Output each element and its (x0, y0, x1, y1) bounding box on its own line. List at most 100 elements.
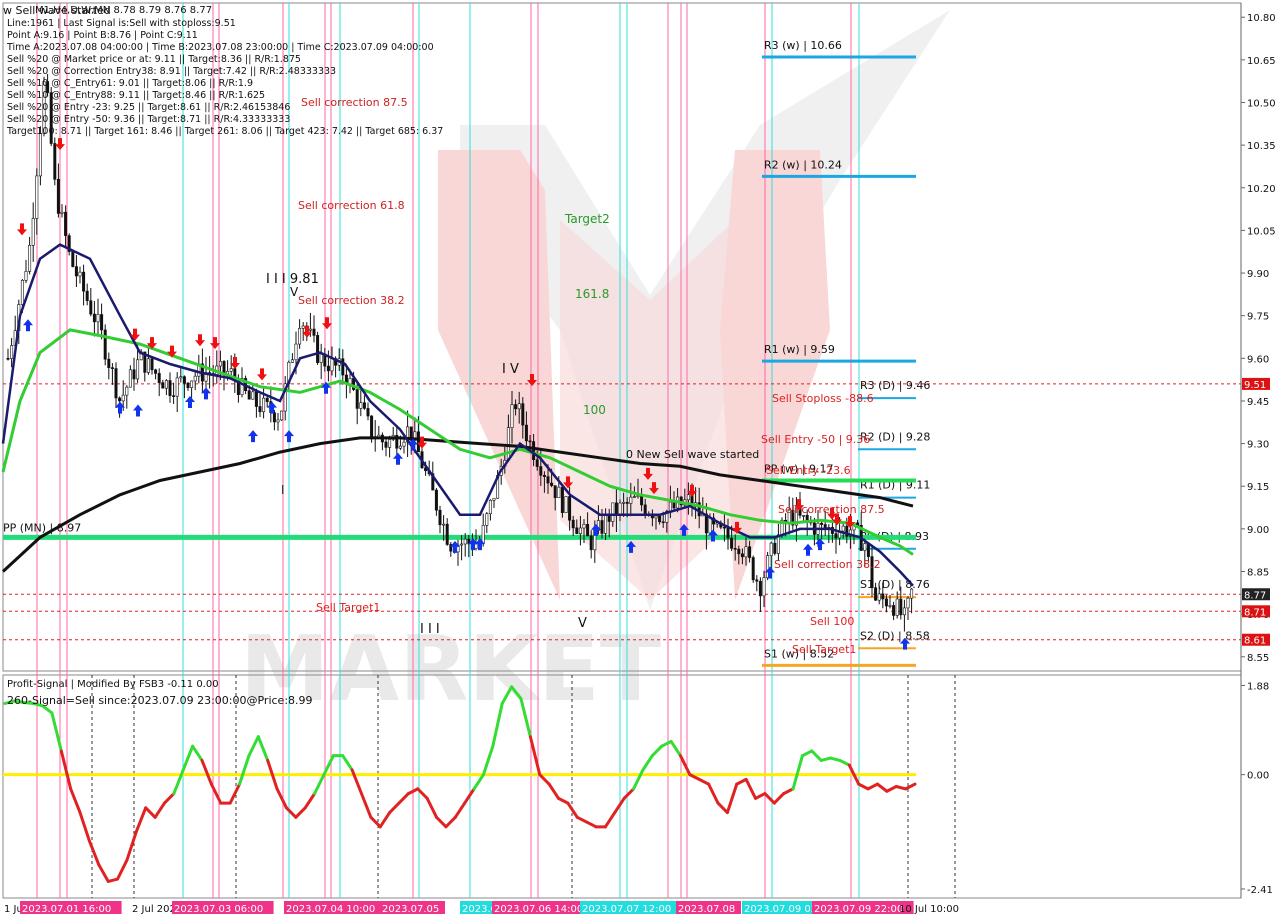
candle-body (708, 517, 712, 534)
candle-body (568, 496, 572, 521)
candle-body (514, 404, 518, 410)
pivot-level-label: R2 (D) | 9.28 (860, 430, 930, 443)
candle-body (521, 403, 525, 426)
candle-body (506, 427, 510, 461)
chart-annotation: 100 (583, 403, 606, 417)
chart-canvas[interactable]: MARKET R3 (w) | 10.66R2 (w) | 10.24R1 (w… (0, 0, 1280, 920)
candle-body (899, 598, 903, 616)
price-tick-label: 10.35 (1247, 141, 1276, 152)
candle-body (186, 382, 190, 389)
time-axis-label: 10 Jul 10:00 (899, 904, 959, 915)
pivot-level-label: R2 (w) | 10.24 (764, 158, 842, 171)
chart-annotation: Sell Entry -50 | 9.36 (761, 433, 870, 446)
candle-body (78, 271, 82, 277)
candle-body (164, 380, 168, 389)
candle-body (834, 533, 838, 539)
candle-body (733, 548, 737, 550)
candle-body (35, 175, 39, 219)
candle-body (384, 441, 388, 448)
candle-body (672, 501, 676, 509)
candle-body (265, 397, 269, 402)
candle-body (737, 548, 741, 555)
candle-body (604, 513, 608, 534)
candle-body (20, 280, 24, 305)
candle-body (276, 419, 280, 423)
candle-body (629, 496, 633, 504)
pivot-level-label: R3 (w) | 10.66 (764, 39, 842, 52)
candle-body (892, 605, 896, 616)
candle-body (535, 459, 539, 467)
price-tick-label: 9.15 (1247, 482, 1269, 493)
candle-body (614, 502, 618, 516)
chart-annotation: 161.8 (575, 287, 609, 301)
candle-body (262, 397, 266, 413)
signal-info-line: Point A:9.16 | Point B:8.76 | Point C:9.… (7, 30, 198, 41)
price-tick-label: 9.30 (1247, 440, 1269, 451)
candle-body (190, 380, 194, 389)
candle-body (247, 390, 251, 400)
candle-body (290, 359, 294, 363)
price-tick-label: 9.75 (1247, 312, 1269, 323)
candle-body (125, 386, 129, 396)
candle-body (128, 369, 132, 388)
candle-body (56, 178, 60, 214)
price-tick-label: 9.45 (1247, 397, 1269, 408)
pivot-level-label: R1 (w) | 9.59 (764, 343, 835, 356)
candle-body (463, 538, 467, 545)
signal-info-line: Sell %20 @ Entry -50: 9.36 || Target:8.7… (7, 114, 290, 125)
price-tag-label: 8.71 (1244, 607, 1266, 618)
candle-body (179, 376, 183, 379)
candle-body (722, 526, 726, 529)
candle-body (730, 537, 734, 549)
candle-body (557, 486, 561, 499)
candle-body (114, 368, 118, 399)
candle-body (726, 527, 730, 539)
candle-body (751, 557, 755, 581)
price-tick-label: 9.00 (1247, 525, 1269, 536)
chart-annotation: 0 New Sell wave started (626, 448, 759, 461)
candle-body (157, 373, 161, 383)
signal-info-line: Sell %10 @ C_Entry61: 9.01 || Target:8.0… (7, 78, 253, 89)
price-tick-label: 10.50 (1247, 98, 1276, 109)
candle-body (362, 402, 366, 409)
candle-body (661, 521, 665, 524)
candle-body (553, 485, 557, 499)
candle-body (161, 382, 165, 389)
candle-body (10, 345, 14, 359)
candle-body (589, 535, 593, 551)
candle-body (542, 475, 546, 477)
candle-body (182, 376, 186, 384)
price-tag-label: 8.77 (1244, 590, 1266, 601)
candle-body (460, 543, 464, 546)
candle-body (85, 290, 89, 301)
indicator-tick-label: -2.41 (1247, 885, 1273, 896)
candle-body (625, 501, 629, 504)
candle-body (539, 466, 543, 476)
chart-annotation: Target2 (564, 212, 610, 226)
time-axis-label: 2023.07.04 10:00 (286, 904, 375, 915)
chart-annotation: Sell correction 87.5 (778, 503, 885, 516)
chart-annotation: I I I (420, 622, 440, 637)
candle-body (280, 410, 284, 421)
candle-body (53, 143, 57, 180)
candle-body (388, 439, 392, 448)
candle-body (748, 546, 752, 558)
candle-body (740, 553, 744, 558)
price-tick-label: 10.05 (1247, 226, 1276, 237)
candle-body (564, 496, 568, 513)
candle-body (312, 328, 316, 336)
candle-body (355, 389, 359, 409)
candle-body (110, 367, 114, 369)
price-tick-label: 9.90 (1247, 269, 1269, 280)
chart-annotation: Sell Stoploss -88.6 (772, 392, 874, 405)
candle-body (571, 519, 575, 529)
candle-body (528, 440, 532, 443)
candle-body (550, 482, 554, 486)
time-axis-label: 2023.07.07 12:00 (582, 904, 671, 915)
candle-body (560, 486, 564, 513)
candle-body (121, 394, 125, 402)
candle-body (510, 404, 514, 428)
candle-body (758, 580, 762, 597)
candle-body (586, 524, 590, 537)
candle-body (438, 509, 442, 526)
